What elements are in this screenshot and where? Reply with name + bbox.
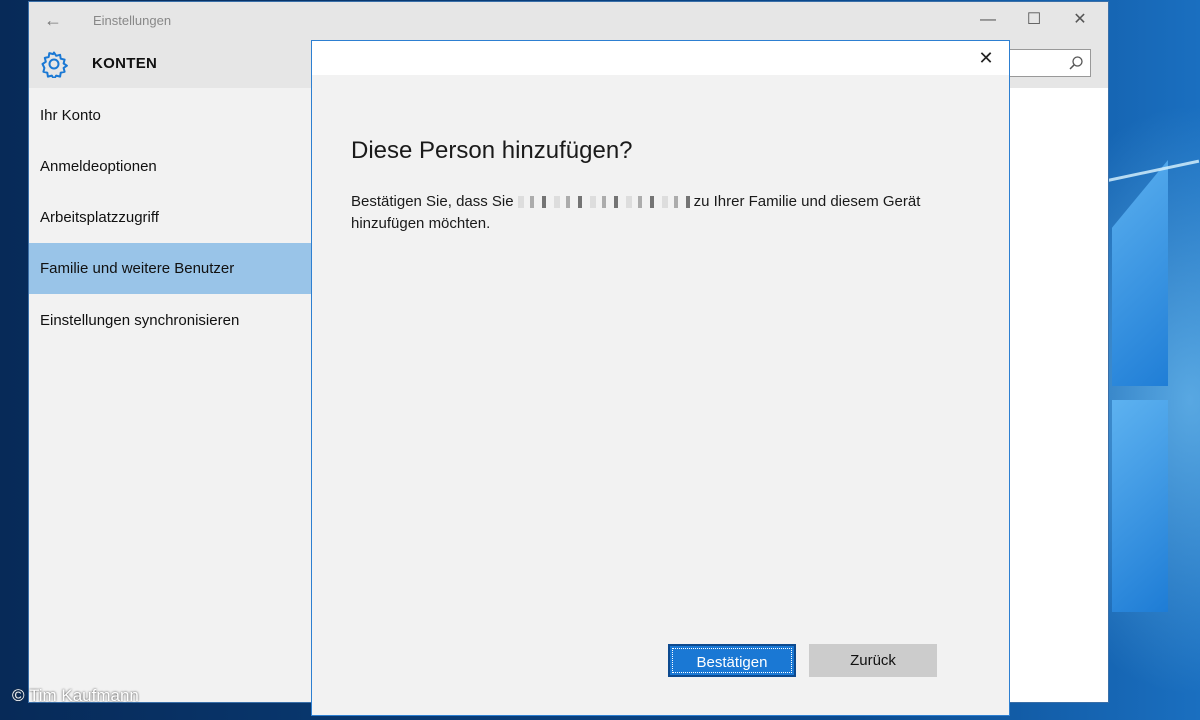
sidebar-item-familie[interactable]: Familie und weitere Benutzer <box>29 243 311 294</box>
windows-logo-pane-bottom <box>1112 400 1168 612</box>
title-bar: ← Einstellungen — ☐ ✕ <box>29 2 1108 38</box>
dialog-message: Bestätigen Sie, dass Sie zu Ihrer Familie… <box>351 191 951 235</box>
search-icon[interactable] <box>1068 55 1084 71</box>
page-title: KONTEN <box>92 55 158 72</box>
confirm-button[interactable]: Bestätigen <box>668 644 796 677</box>
redacted-email <box>517 196 690 209</box>
window-title: Einstellungen <box>93 13 172 28</box>
maximize-button[interactable]: ☐ <box>1011 2 1057 38</box>
message-text-before: Bestätigen Sie, dass Sie <box>351 193 514 210</box>
sidebar-item-synchronisieren[interactable]: Einstellungen synchronisieren <box>29 295 311 346</box>
light-beam <box>1100 159 1200 184</box>
sidebar: Ihr Konto Anmeldeoptionen Arbeitsplatzzu… <box>29 88 311 702</box>
close-icon[interactable]: ✕ <box>975 47 997 69</box>
sidebar-item-arbeitsplatzzugriff[interactable]: Arbeitsplatzzugriff <box>29 192 311 243</box>
add-person-dialog: ✕ Diese Person hinzufügen? Bestätigen Si… <box>311 40 1010 716</box>
close-window-button[interactable]: ✕ <box>1057 2 1103 38</box>
back-button[interactable]: Zurück <box>809 644 937 677</box>
windows-logo-pane-top <box>1112 160 1168 386</box>
dialog-title-bar: ✕ <box>312 41 1009 75</box>
back-arrow-icon[interactable]: ← <box>41 8 65 32</box>
gear-icon <box>41 51 68 78</box>
content-area <box>1011 88 1108 702</box>
dialog-heading: Diese Person hinzufügen? <box>351 137 633 164</box>
photo-credit: © Tim Kaufmann <box>12 686 139 705</box>
sidebar-item-ihr-konto[interactable]: Ihr Konto <box>29 90 311 141</box>
sidebar-item-anmeldeoptionen[interactable]: Anmeldeoptionen <box>29 141 311 192</box>
search-input[interactable] <box>1004 49 1091 77</box>
minimize-button[interactable]: — <box>965 2 1011 38</box>
